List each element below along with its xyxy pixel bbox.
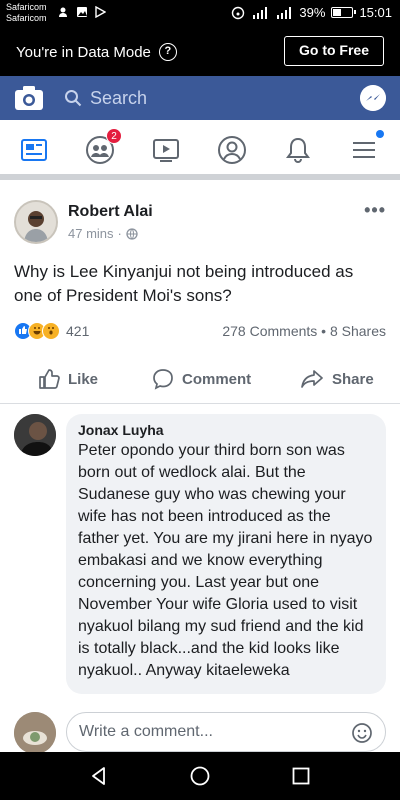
data-mode-text: You're in Data Mode ? — [16, 43, 177, 61]
comment-bubble: Jonax Luyha Peter opondo your third born… — [66, 414, 386, 694]
recent-apps-icon[interactable] — [290, 765, 312, 787]
post-time[interactable]: 47 mins — [68, 226, 114, 241]
image-icon — [77, 7, 87, 17]
post-meta: 47 mins · — [68, 226, 138, 241]
status-bar: Safaricom Safaricom 39% 15:01 — [0, 0, 400, 26]
write-comment-input[interactable]: Write a comment... — [66, 712, 386, 752]
emoji-icon[interactable] — [351, 722, 373, 744]
author-avatar[interactable] — [14, 200, 58, 244]
post-options-icon[interactable]: ••• — [364, 200, 386, 221]
notifications-bell-icon[interactable] — [282, 134, 314, 166]
comment-button[interactable]: Comment — [152, 368, 251, 390]
status-right: 39% 15:01 — [231, 5, 392, 20]
carrier-1: Safaricom — [6, 2, 47, 12]
clock: 15:01 — [359, 5, 392, 20]
search-icon — [65, 90, 82, 107]
comment-composer: Write a comment... — [0, 708, 400, 752]
wow-reaction-icon — [42, 322, 60, 340]
signal-icon-2 — [277, 6, 292, 19]
hamburger-menu-icon — [353, 142, 375, 158]
comment-bubble-icon — [153, 369, 173, 390]
thumbs-up-icon — [39, 369, 60, 389]
commenter-name[interactable]: Jonax Luyha — [78, 422, 374, 438]
globe-icon — [126, 227, 138, 240]
notification-icons — [58, 6, 106, 18]
like-button[interactable]: Like — [38, 368, 98, 390]
share-button[interactable]: Share — [300, 368, 374, 390]
post-header: Robert Alai 47 mins · ••• — [14, 200, 386, 248]
current-user-photo — [14, 712, 56, 752]
friend-requests-badge: 2 — [106, 128, 122, 144]
comment-text: Peter opondo your third born son was bor… — [78, 442, 373, 679]
android-nav-bar — [0, 752, 400, 800]
commenter-photo — [14, 414, 56, 456]
hotspot-icon — [232, 6, 245, 19]
help-icon[interactable]: ? — [158, 43, 177, 61]
camera-icon[interactable] — [14, 85, 44, 111]
post-text: Why is Lee Kinyanjui not being introduce… — [14, 262, 354, 305]
post-author-name[interactable]: Robert Alai — [68, 203, 153, 221]
go-to-free-button[interactable]: Go to Free — [284, 36, 384, 66]
profile-icon[interactable] — [216, 134, 248, 166]
comments-shares-count[interactable]: 278 Comments • 8 Shares — [222, 323, 386, 339]
comment-label: Comment — [182, 370, 252, 388]
messenger-icon[interactable] — [360, 85, 386, 111]
data-mode-label: You're in Data Mode — [16, 43, 151, 61]
friend-requests-tab[interactable]: 2 — [84, 128, 122, 166]
meta-separator: · — [117, 226, 122, 241]
fb-top-bar: Search — [0, 76, 400, 120]
home-icon[interactable] — [189, 765, 211, 787]
post-feed: Robert Alai 47 mins · ••• Why is Lee Kin… — [0, 180, 400, 752]
search-bar[interactable]: Search — [58, 84, 338, 112]
data-mode-banner: You're in Data Mode ? Go to Free — [0, 26, 400, 76]
news-feed-icon[interactable] — [18, 134, 50, 166]
post-actions: Like Comment Share — [0, 358, 400, 404]
play-store-icon — [95, 6, 106, 18]
battery-percent: 39% — [299, 5, 326, 20]
like-label: Like — [68, 370, 99, 388]
commenter-avatar[interactable] — [14, 414, 56, 456]
write-comment-placeholder: Write a comment... — [79, 723, 213, 740]
carrier-2: Safaricom — [6, 13, 47, 23]
share-arrow-icon — [301, 370, 323, 388]
signal-icon — [253, 6, 268, 19]
carrier-labels: Safaricom Safaricom — [6, 2, 47, 24]
share-label: Share — [332, 370, 374, 388]
user-sync-icon — [59, 7, 67, 17]
reactions-count: 421 — [66, 323, 90, 339]
watch-icon[interactable] — [150, 134, 182, 166]
nav-tabs: 2 — [0, 120, 400, 180]
avatar-photo — [16, 202, 56, 242]
back-icon[interactable] — [88, 765, 110, 787]
menu-notification-dot — [376, 130, 384, 138]
search-placeholder: Search — [90, 87, 148, 108]
current-user-avatar — [14, 712, 56, 752]
menu-tab[interactable] — [348, 130, 384, 166]
battery-icon — [331, 7, 357, 18]
reactions-summary[interactable]: 421 — [14, 320, 89, 342]
